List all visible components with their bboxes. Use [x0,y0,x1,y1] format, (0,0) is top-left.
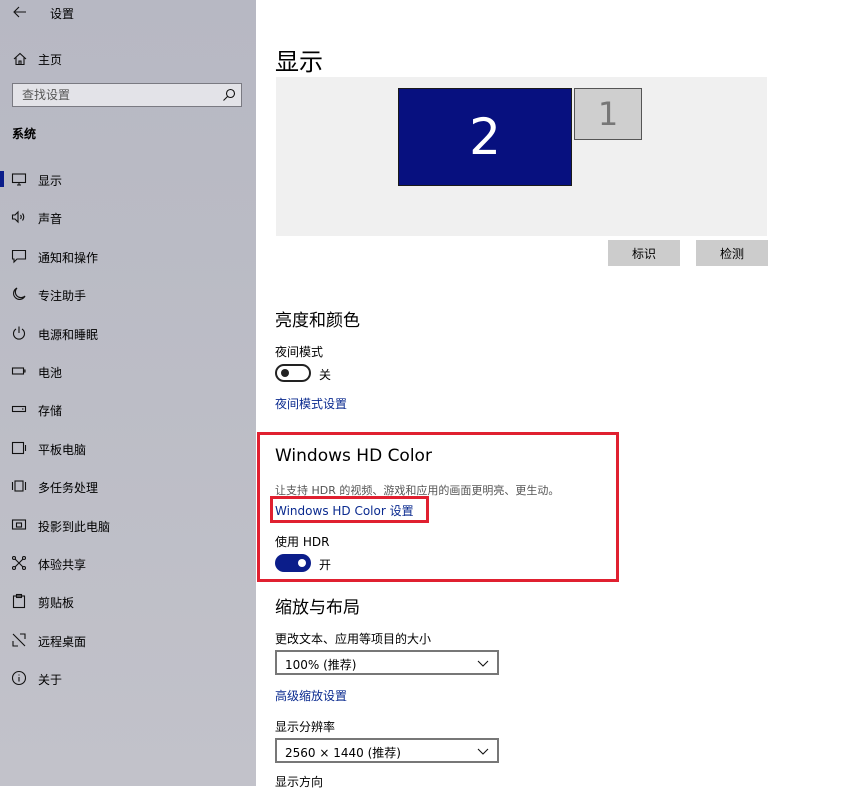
tablet-icon [11,441,27,454]
search-input[interactable] [13,84,222,106]
chevron-down-icon [477,660,489,667]
sidebar-item-label: 关于 [38,673,63,688]
home-label: 主页 [38,53,63,67]
info-icon [11,671,27,686]
moon-icon [13,287,26,301]
speaker-icon [11,211,25,224]
monitor-2-tile[interactable]: 2 [398,88,572,186]
hd-color-heading: Windows HD Color [275,446,432,466]
remote-desktop-icon [12,633,26,647]
sidebar-item-label: 远程桌面 [38,634,87,649]
brightness-color-heading: 亮度和颜色 [275,311,360,331]
night-mode-state: 关 [319,368,332,382]
sidebar-item-label: 声音 [38,212,63,227]
hdr-state: 开 [319,558,332,572]
monitor-icon [11,173,27,186]
sidebar-item-storage[interactable]: 存储 [0,390,256,428]
hd-color-description: 让支持 HDR 的视频、游戏和应用的画面更明亮、更生动。 [275,484,560,497]
title-bar: 设置 [0,0,256,28]
sidebar-item-label: 多任务处理 [38,481,99,496]
notification-icon [11,249,27,264]
sidebar-item-label: 体验共享 [38,557,87,572]
sidebar: 设置 主页 系统 显示 声音 通知和操作 专注助手 [0,0,256,786]
share-icon [11,555,27,570]
night-mode-label: 夜间模式 [275,345,324,359]
sidebar-item-power-sleep[interactable]: 电源和睡眠 [0,314,256,352]
detect-button[interactable]: 检测 [696,240,768,266]
sidebar-item-label: 平板电脑 [38,442,87,457]
home-nav-item[interactable]: 主页 [0,46,256,72]
text-size-label: 更改文本、应用等项目的大小 [275,632,432,646]
toggle-knob [298,559,306,567]
project-icon [11,518,27,530]
dropdown-value: 2560 × 1440 (推荐) [285,746,401,760]
sidebar-item-label: 电源和睡眠 [38,327,99,342]
sidebar-item-remote-desktop[interactable]: 远程桌面 [0,621,256,659]
sidebar-item-label: 显示 [38,174,63,188]
sidebar-item-sound[interactable]: 声音 [0,198,256,236]
battery-icon [11,367,26,375]
orientation-label: 显示方向 [275,775,324,789]
text-size-dropdown[interactable]: 100% (推荐) [275,650,499,675]
storage-icon [11,406,27,413]
clipboard-icon [12,594,26,609]
night-mode-toggle[interactable] [275,364,311,382]
search-box[interactable] [12,83,242,107]
power-icon [12,326,26,340]
sidebar-item-notifications[interactable]: 通知和操作 [0,237,256,275]
sidebar-nav: 显示 声音 通知和操作 专注助手 电源和睡眠 电池 存储 平板电脑 多任务处理 … [0,160,256,697]
toggle-knob [281,369,289,377]
night-mode-settings-link[interactable]: 夜间模式设置 [275,395,347,412]
main-content: 显示 2 1 标识 检测 亮度和颜色 夜间模式 关 夜间模式设置 Windows… [256,0,844,789]
sidebar-item-display[interactable]: 显示 [0,160,256,198]
sidebar-item-battery[interactable]: 电池 [0,352,256,390]
display-arrangement-preview: 2 1 [276,77,767,236]
home-icon [13,52,27,66]
sidebar-item-label: 剪贴板 [38,596,75,611]
sidebar-item-shared-experiences[interactable]: 体验共享 [0,544,256,582]
sidebar-item-tablet[interactable]: 平板电脑 [0,429,256,467]
sidebar-item-label: 投影到此电脑 [38,519,111,534]
app-title: 设置 [50,7,75,21]
use-hdr-label: 使用 HDR [275,535,330,549]
section-title: 系统 [12,127,37,141]
hdr-toggle[interactable] [275,554,311,572]
sidebar-item-label: 存储 [38,404,63,419]
sidebar-item-label: 电池 [38,365,63,380]
dropdown-value: 100% (推荐) [285,658,357,672]
sidebar-item-about[interactable]: 关于 [0,659,256,697]
chevron-down-icon [477,748,489,755]
multitask-icon [11,480,27,492]
identify-button[interactable]: 标识 [608,240,680,266]
advanced-scaling-link[interactable]: 高级缩放设置 [275,687,347,704]
sidebar-item-label: 通知和操作 [38,250,99,265]
hd-color-settings-link[interactable]: Windows HD Color 设置 [275,502,414,519]
scale-layout-heading: 缩放与布局 [275,598,360,618]
page-title: 显示 [275,48,323,76]
search-icon[interactable] [222,88,236,102]
sidebar-item-clipboard[interactable]: 剪贴板 [0,582,256,620]
resolution-dropdown[interactable]: 2560 × 1440 (推荐) [275,738,499,763]
resolution-label: 显示分辨率 [275,720,336,734]
sidebar-item-multitasking[interactable]: 多任务处理 [0,467,256,505]
sidebar-item-label: 专注助手 [38,289,87,304]
back-arrow-icon[interactable] [12,4,28,20]
sidebar-item-focus-assist[interactable]: 专注助手 [0,275,256,313]
sidebar-item-project[interactable]: 投影到此电脑 [0,506,256,544]
monitor-1-tile[interactable]: 1 [574,88,642,140]
